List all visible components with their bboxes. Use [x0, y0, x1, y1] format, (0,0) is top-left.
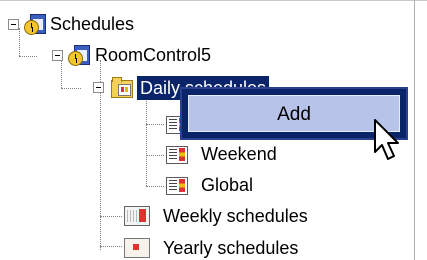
collapse-toggle-roomcontrol5[interactable] — [52, 50, 63, 61]
tree-line — [146, 155, 164, 156]
tree-item-weekend[interactable]: Weekend — [201, 142, 277, 166]
collapse-toggle-daily-schedules[interactable] — [93, 82, 104, 93]
tree-line — [146, 186, 164, 187]
tree-item-roomcontrol5[interactable]: RoomControl5 — [95, 43, 211, 67]
tree-line — [100, 246, 122, 247]
clock-calendar-icon — [24, 14, 46, 36]
context-menu-item-add[interactable]: Add — [188, 95, 400, 132]
right-border — [414, 0, 415, 260]
yearly-schedule-icon — [124, 238, 150, 258]
folder-schedule-icon — [111, 77, 133, 98]
tree-line — [19, 56, 37, 57]
tree-item-weekly-schedules[interactable]: Weekly schedules — [163, 204, 308, 228]
tree-line — [61, 88, 81, 89]
tree-line — [146, 124, 164, 125]
mouse-pointer-icon — [374, 119, 399, 160]
tree-line — [146, 96, 147, 186]
collapse-toggle-schedules[interactable] — [8, 19, 19, 30]
clock-calendar-icon — [68, 45, 90, 67]
tree-line — [61, 58, 62, 88]
top-border — [0, 0, 427, 1]
tree-line — [19, 28, 20, 56]
tree-item-yearly-schedules[interactable]: Yearly schedules — [163, 236, 298, 260]
schedule-icon — [166, 177, 188, 195]
tree-item-schedules[interactable]: Schedules — [50, 12, 134, 36]
tree-line — [100, 216, 122, 217]
weekly-schedule-icon — [124, 206, 150, 226]
schedule-icon — [166, 146, 188, 164]
tree-item-global[interactable]: Global — [201, 173, 253, 197]
